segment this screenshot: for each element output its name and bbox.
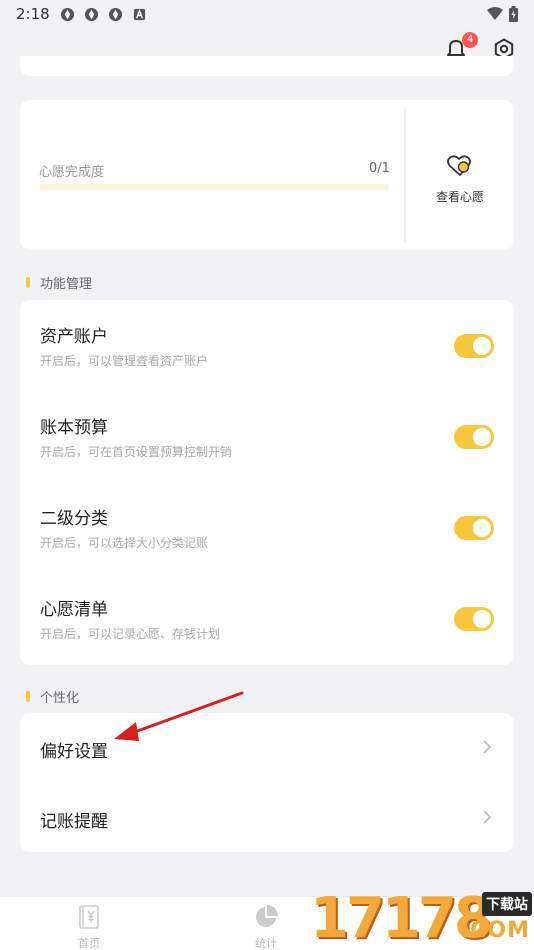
watermark-tag: 下载站: [482, 892, 532, 916]
annotation-arrow-icon: [114, 691, 244, 741]
nav-label-stats: 统计: [255, 937, 277, 950]
ledger-icon: [79, 905, 99, 929]
watermark-suffix: .COM: [460, 918, 530, 943]
watermark-logo: 17178 下载站 .COM: [310, 888, 534, 950]
nav-item-stats[interactable]: 统计: [236, 905, 296, 950]
nav-label-home: 首页: [78, 937, 100, 950]
nav-item-home[interactable]: 首页: [59, 905, 119, 950]
pie-chart-icon: [256, 905, 278, 927]
